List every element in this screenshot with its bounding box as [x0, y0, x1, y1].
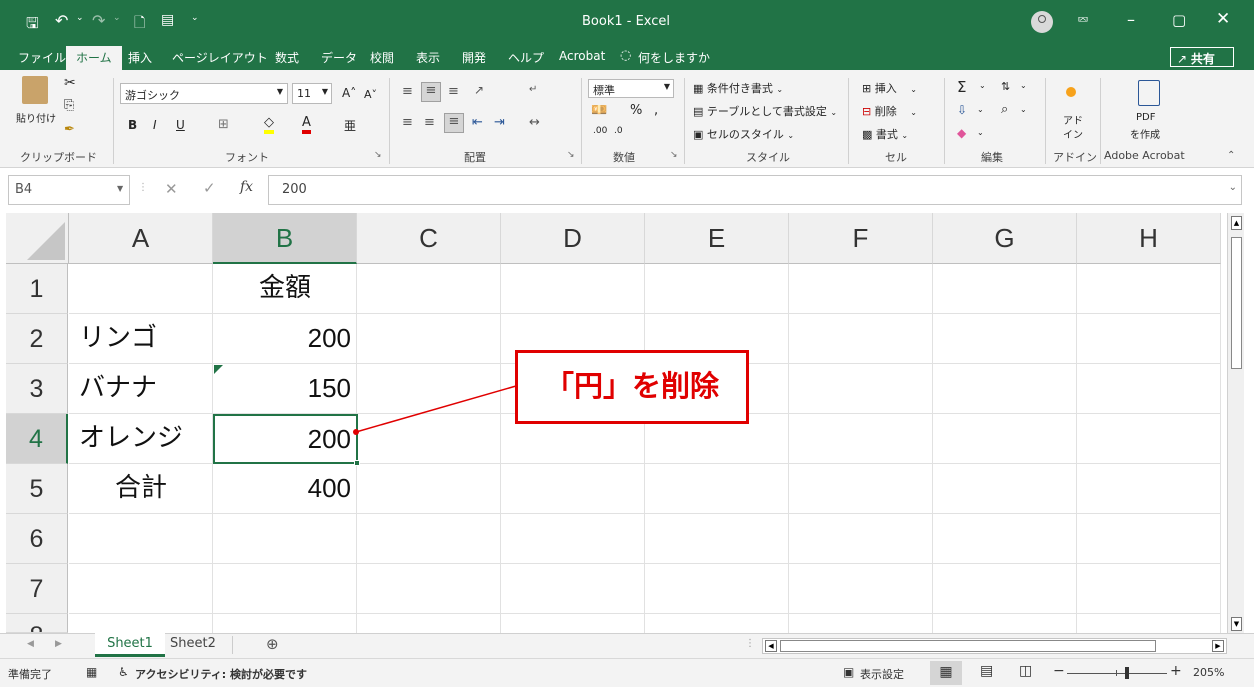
scroll-down-icon[interactable]: ▼: [1231, 617, 1242, 631]
accessibility-icon[interactable]: ♿: [118, 665, 129, 679]
status-ready: 準備完了: [8, 668, 52, 681]
page-break-view-icon[interactable]: ◫: [1019, 663, 1032, 679]
page-layout-view-icon[interactable]: ▤: [980, 663, 993, 679]
zoom-out-icon[interactable]: −: [1053, 663, 1065, 679]
divider: [232, 636, 233, 654]
horizontal-scroll-thumb[interactable]: [780, 640, 1156, 652]
normal-view-icon[interactable]: ▦: [930, 661, 962, 685]
status-bar: 準備完了 ▦ ♿ アクセシビリティ: 検討が必要です ▣ 表示設定 ▦ ▤ ◫ …: [0, 658, 1254, 687]
prev-sheet-icon[interactable]: ◀: [27, 639, 34, 649]
accessibility-status[interactable]: アクセシビリティ: 検討が必要です: [135, 666, 307, 682]
callout-dot: [353, 429, 359, 435]
tab-split-icon[interactable]: ⋮: [745, 638, 755, 649]
zoom-slider-center-tick: [1116, 670, 1117, 676]
display-settings-label[interactable]: 表示設定: [860, 666, 904, 682]
display-settings-icon[interactable]: ▣: [843, 665, 854, 679]
macro-record-icon[interactable]: ▦: [86, 665, 97, 679]
zoom-level[interactable]: 205%: [1193, 666, 1224, 679]
excel-window: 🖫 ↶ ⌄ ↷ ⌄ 🗋 ▤ ⌄ Book1 - Excel ⮹ – ▢ ✕ ファ…: [0, 0, 1254, 687]
vertical-scroll-thumb[interactable]: [1231, 237, 1242, 369]
horizontal-scrollbar[interactable]: ◀ ▶: [762, 638, 1227, 654]
zoom-slider[interactable]: [1067, 667, 1167, 679]
scroll-right-icon[interactable]: ▶: [1212, 640, 1224, 652]
add-sheet-icon[interactable]: ⊕: [266, 635, 279, 653]
sheet-tab-sheet2[interactable]: Sheet2: [170, 636, 216, 651]
vertical-scrollbar[interactable]: ▲ ▼: [1227, 213, 1244, 633]
callout-box: 「円」を削除: [515, 350, 749, 424]
callout-line: [355, 385, 517, 433]
callout-connector: [353, 385, 517, 435]
next-sheet-icon[interactable]: ▶: [55, 639, 62, 649]
sheet-tab-bar: ◀ ▶ Sheet1 Sheet2 ⊕ ⋮ ◀ ▶: [0, 633, 1254, 658]
sheet-tab-sheet1[interactable]: Sheet1: [95, 633, 165, 657]
zoom-slider-thumb[interactable]: [1125, 667, 1129, 679]
zoom-in-icon[interactable]: +: [1170, 663, 1182, 679]
scroll-up-icon[interactable]: ▲: [1231, 216, 1242, 230]
scroll-left-icon[interactable]: ◀: [765, 640, 777, 652]
